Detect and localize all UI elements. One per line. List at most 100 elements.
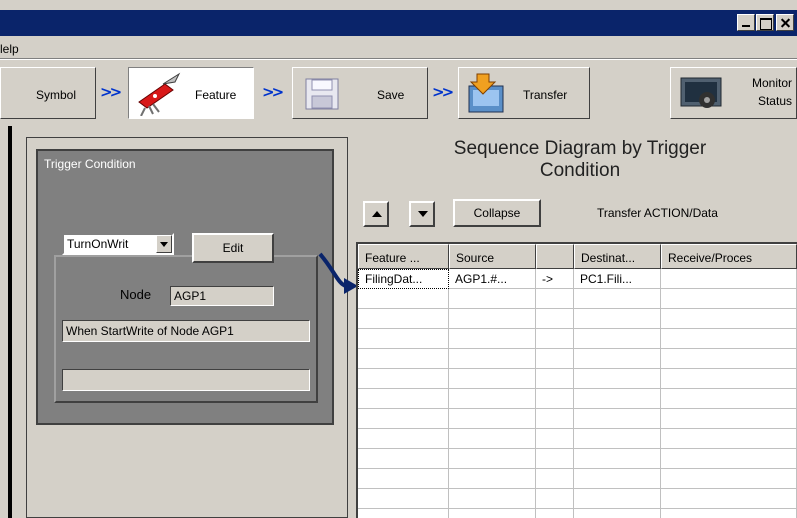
- sequence-title-line2: Condition: [539, 160, 621, 181]
- step-monitor-button[interactable]: Monitor Status: [670, 67, 797, 119]
- cell-destination: PC1.Fili...: [574, 269, 661, 289]
- maximize-icon[interactable]: [756, 14, 774, 31]
- floppy-disk-icon: [305, 78, 339, 110]
- table-row[interactable]: [358, 309, 797, 329]
- table-cell: [536, 449, 574, 469]
- step-transfer-label: Transfer: [523, 88, 568, 102]
- table-row[interactable]: [358, 349, 797, 369]
- table-cell: [449, 349, 536, 369]
- table-cell: [574, 489, 661, 509]
- step-symbol-button[interactable]: Symbol: [0, 67, 96, 119]
- step-save-button[interactable]: Save: [292, 67, 428, 119]
- table-cell: [574, 449, 661, 469]
- trigger-type-value: TurnOnWrit: [67, 237, 129, 251]
- column-header-direction[interactable]: [536, 244, 574, 269]
- table-cell: [661, 309, 797, 329]
- table-cell: [661, 449, 797, 469]
- table-row[interactable]: [358, 509, 797, 518]
- chevron-down-icon[interactable]: [156, 235, 172, 253]
- edit-button-label: Edit: [222, 241, 244, 255]
- move-down-button[interactable]: [409, 201, 435, 227]
- table-row[interactable]: [358, 409, 797, 429]
- table-cell: [449, 489, 536, 509]
- trigger-description: When StartWrite of Node AGP1: [66, 324, 234, 338]
- node-field: AGP1: [170, 286, 274, 306]
- move-up-button[interactable]: [363, 201, 389, 227]
- step-feature-button[interactable]: Feature: [128, 67, 254, 119]
- table-cell: [358, 429, 449, 449]
- table-row[interactable]: [358, 369, 797, 389]
- table-row[interactable]: [358, 329, 797, 349]
- table-cell: [449, 469, 536, 489]
- table-cell: [536, 289, 574, 309]
- table-cell: [661, 489, 797, 509]
- table-cell: [358, 469, 449, 489]
- sequence-table: Feature ... Source Destinat... Receive/P…: [356, 242, 797, 518]
- table-cell: [449, 429, 536, 449]
- table-cell: [661, 429, 797, 449]
- table-cell: [358, 309, 449, 329]
- menu-help[interactable]: lelp: [0, 42, 19, 56]
- sequence-title-line1: Sequence Diagram by Trigger: [453, 138, 707, 159]
- table-row[interactable]: [358, 429, 797, 449]
- table-cell: [536, 489, 574, 509]
- column-header-feature[interactable]: Feature ...: [358, 244, 449, 269]
- table-cell: [536, 409, 574, 429]
- column-header-destination[interactable]: Destinat...: [574, 244, 661, 269]
- table-cell: [574, 349, 661, 369]
- table-cell: [661, 329, 797, 349]
- table-cell: [449, 309, 536, 329]
- table-cell: [536, 329, 574, 349]
- table-cell: [661, 349, 797, 369]
- table-cell: [661, 389, 797, 409]
- table-cell: [449, 329, 536, 349]
- double-arrow-icon: >>: [100, 83, 122, 101]
- table-row[interactable]: FilingDat... AGP1.#... -> PC1.Fili...: [358, 269, 797, 289]
- trigger-type-select[interactable]: TurnOnWrit: [62, 233, 174, 255]
- table-cell: [536, 469, 574, 489]
- table-cell: [574, 509, 661, 518]
- table-cell: [449, 389, 536, 409]
- table-cell: [574, 389, 661, 409]
- cell-source: AGP1.#...: [449, 269, 536, 289]
- collapse-button-label: Collapse: [473, 206, 521, 220]
- table-cell: [358, 329, 449, 349]
- table-cell: [574, 409, 661, 429]
- node-value: AGP1: [174, 289, 207, 303]
- table-row[interactable]: [358, 469, 797, 489]
- edit-button[interactable]: Edit: [192, 233, 274, 263]
- step-transfer-button[interactable]: Transfer: [458, 67, 590, 119]
- sequence-diagram-title: Sequence Diagram by Trigger Condition: [390, 138, 770, 182]
- menu-bar: lelp: [0, 36, 797, 58]
- window-titlebar[interactable]: [0, 10, 797, 36]
- table-cell: [661, 409, 797, 429]
- table-cell: [358, 349, 449, 369]
- transfer-action-label: Transfer ACTION/Data: [597, 206, 718, 220]
- minimize-icon[interactable]: [737, 14, 755, 31]
- cell-feature: FilingDat...: [358, 269, 449, 289]
- table-cell: [536, 349, 574, 369]
- table-cell: [536, 389, 574, 409]
- table-row[interactable]: [358, 289, 797, 309]
- table-cell: [449, 449, 536, 469]
- collapse-button[interactable]: Collapse: [453, 199, 541, 227]
- table-cell: [358, 489, 449, 509]
- connector-arrow-icon: [318, 252, 358, 294]
- table-row[interactable]: [358, 389, 797, 409]
- column-header-source[interactable]: Source: [449, 244, 536, 269]
- table-row[interactable]: [358, 489, 797, 509]
- table-cell: [536, 369, 574, 389]
- table-cell: [574, 309, 661, 329]
- transfer-icon: [468, 73, 504, 113]
- step-symbol-label: Symbol: [36, 88, 77, 102]
- table-cell: [661, 289, 797, 309]
- table-row[interactable]: [358, 449, 797, 469]
- table-cell: [574, 429, 661, 449]
- triangle-up-icon: [372, 211, 382, 217]
- table-cell: [358, 289, 449, 309]
- close-icon[interactable]: [776, 14, 794, 31]
- trigger-description-field: When StartWrite of Node AGP1: [62, 320, 310, 342]
- column-header-receive[interactable]: Receive/Proces: [661, 244, 797, 269]
- node-label: Node: [120, 287, 152, 302]
- cell-receive: [661, 269, 797, 289]
